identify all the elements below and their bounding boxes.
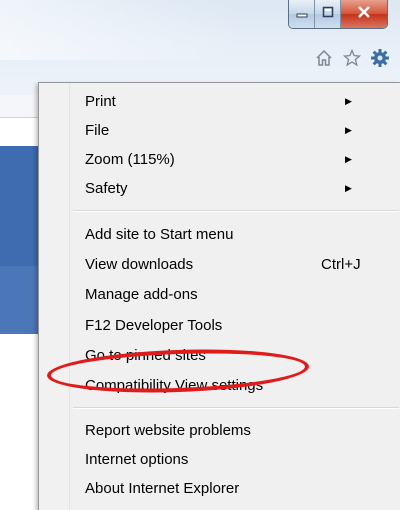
menu-item-label: Zoom (115%): [85, 151, 175, 168]
menu-item-manage-add-ons[interactable]: Manage add-ons: [39, 280, 400, 309]
submenu-arrow-icon: ▶: [345, 183, 352, 193]
minimize-button[interactable]: [289, 0, 315, 28]
menu-item-label: Internet options: [85, 451, 189, 468]
star-icon: [342, 48, 362, 72]
tools-button[interactable]: [370, 48, 390, 73]
submenu-arrow-icon: ▶: [345, 154, 352, 164]
menu-item-label: F12 Developer Tools: [85, 317, 223, 334]
menu-item-file[interactable]: File ▶: [39, 116, 400, 145]
maximize-icon: [322, 5, 334, 23]
tools-menu: Print ▶ File ▶ Zoom (115%) ▶ Safety ▶ Ad…: [38, 82, 400, 510]
menu-item-safety[interactable]: Safety ▶: [39, 174, 400, 203]
toolbar-icons: [314, 48, 390, 73]
home-icon: [315, 49, 333, 72]
menu-item-zoom[interactable]: Zoom (115%) ▶: [39, 145, 400, 174]
menu-item-view-downloads[interactable]: View downloads Ctrl+J: [39, 250, 400, 279]
menu-item-label: Add site to Start menu: [85, 226, 234, 243]
menu-item-label: View downloads: [85, 256, 194, 273]
menu-item-label: Manage add-ons: [85, 286, 198, 303]
close-button[interactable]: [341, 0, 387, 28]
menu-item-add-site-to-start-menu[interactable]: Add site to Start menu: [39, 220, 400, 249]
menu-separator: [73, 407, 399, 409]
menu-item-internet-options[interactable]: Internet options: [39, 445, 400, 474]
favorites-button[interactable]: [342, 48, 362, 72]
menu-item-report-website-problems[interactable]: Report website problems: [39, 416, 400, 445]
submenu-arrow-icon: ▶: [345, 125, 352, 135]
page-banner: [0, 146, 40, 278]
menu-item-about-internet-explorer[interactable]: About Internet Explorer: [39, 474, 400, 503]
maximize-button[interactable]: [315, 0, 341, 28]
menu-item-label: Print: [85, 93, 116, 110]
submenu-arrow-icon: ▶: [345, 96, 352, 106]
menu-item-label: About Internet Explorer: [85, 480, 240, 497]
page-toolbar-strip: [0, 95, 40, 118]
close-icon: [357, 5, 371, 23]
menu-item-f12-developer-tools[interactable]: F12 Developer Tools: [39, 311, 400, 340]
menu-item-print[interactable]: Print ▶: [39, 87, 400, 116]
menu-item-label: File: [85, 122, 110, 139]
menu-separator: [73, 210, 399, 212]
minimize-icon: [296, 5, 308, 23]
menu-item-shortcut: Ctrl+J: [321, 256, 361, 273]
menu-item-label: Report website problems: [85, 422, 251, 439]
window-caption-buttons: [288, 0, 388, 29]
home-button[interactable]: [314, 49, 334, 72]
gear-icon: [370, 48, 390, 73]
page-banner-lower: [0, 266, 40, 334]
menu-item-label: Safety: [85, 180, 128, 197]
